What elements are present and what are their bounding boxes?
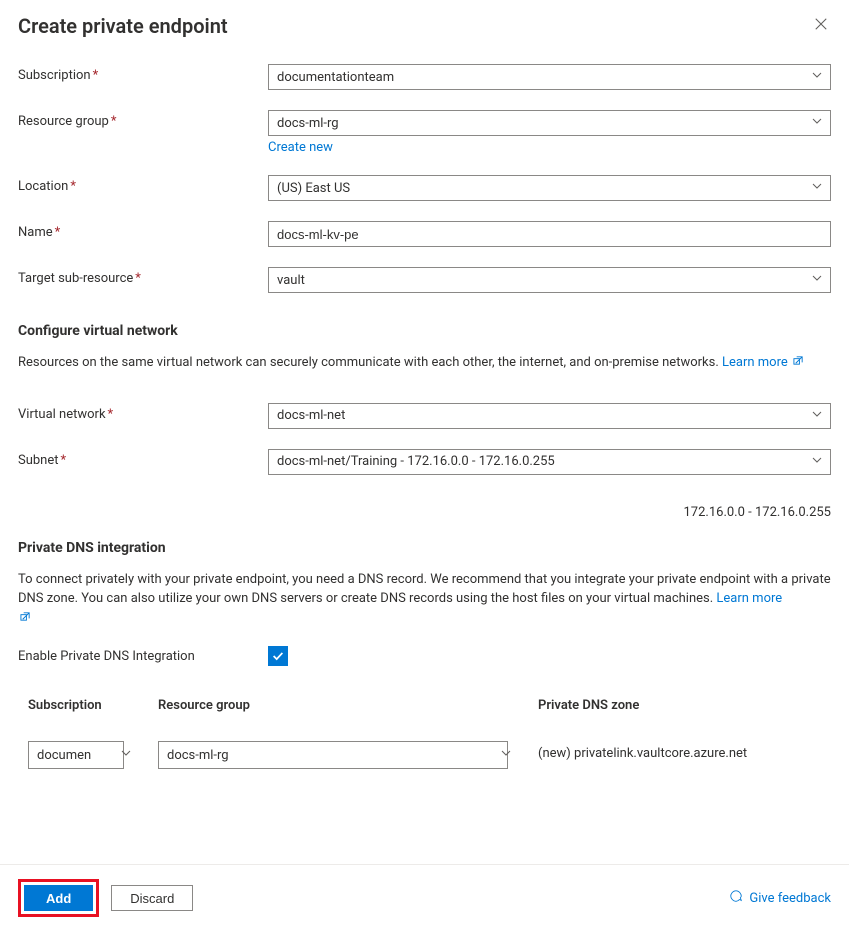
panel-footer: Add Discard Give feedback: [0, 864, 849, 931]
dns-col-resource-group-header: Resource group: [158, 698, 518, 713]
give-feedback-link[interactable]: Give feedback: [729, 889, 831, 907]
subnet-range-text: 172.16.0.0 - 172.16.0.255: [18, 505, 831, 520]
enable-dns-label: Enable Private DNS Integration: [18, 649, 268, 664]
external-link-icon: [20, 609, 31, 620]
dns-section-description: To connect privately with your private e…: [18, 570, 831, 629]
dns-section-title: Private DNS integration: [18, 540, 831, 556]
resource-group-select[interactable]: docs-ml-rg: [268, 110, 831, 136]
location-label: Location*: [18, 175, 268, 194]
external-link-icon: [793, 353, 804, 364]
dns-learn-more-link[interactable]: Learn more: [716, 591, 782, 606]
enable-dns-checkbox[interactable]: [268, 646, 288, 666]
subnet-label: Subnet*: [18, 449, 268, 468]
vnet-section-description: Resources on the same virtual network ca…: [18, 353, 831, 373]
panel-title: Create private endpoint: [18, 14, 228, 38]
name-input[interactable]: [268, 221, 831, 247]
target-sub-resource-select[interactable]: vault: [268, 267, 831, 293]
vnet-section-title: Configure virtual network: [18, 323, 831, 339]
virtual-network-label: Virtual network*: [18, 403, 268, 422]
resource-group-label: Resource group*: [18, 110, 268, 129]
close-icon[interactable]: [811, 14, 831, 34]
add-button-highlight: Add: [18, 879, 99, 917]
panel-header: Create private endpoint: [18, 14, 831, 38]
target-sub-resource-label: Target sub-resource*: [18, 267, 268, 286]
subscription-label: Subscription*: [18, 64, 268, 83]
dns-subscription-select[interactable]: documen: [28, 741, 124, 769]
dns-zone-value: (new) privatelink.vaultcore.azure.net: [538, 741, 821, 761]
create-new-link[interactable]: Create new: [268, 140, 333, 155]
subscription-select[interactable]: documentationteam: [268, 64, 831, 90]
virtual-network-select[interactable]: docs-ml-net: [268, 403, 831, 429]
dns-resource-group-select[interactable]: docs-ml-rg: [158, 741, 508, 769]
add-button[interactable]: Add: [24, 885, 93, 911]
vnet-learn-more-link[interactable]: Learn more: [722, 355, 804, 370]
subnet-select[interactable]: docs-ml-net/Training - 172.16.0.0 - 172.…: [268, 449, 831, 475]
dns-col-subscription-header: Subscription: [28, 698, 138, 713]
dns-col-zone-header: Private DNS zone: [538, 698, 821, 713]
location-select[interactable]: (US) East US: [268, 175, 831, 201]
dns-table: Subscription documen Resource group docs…: [18, 698, 831, 769]
name-label: Name*: [18, 221, 268, 240]
discard-button[interactable]: Discard: [111, 885, 193, 911]
feedback-icon: [729, 889, 743, 907]
